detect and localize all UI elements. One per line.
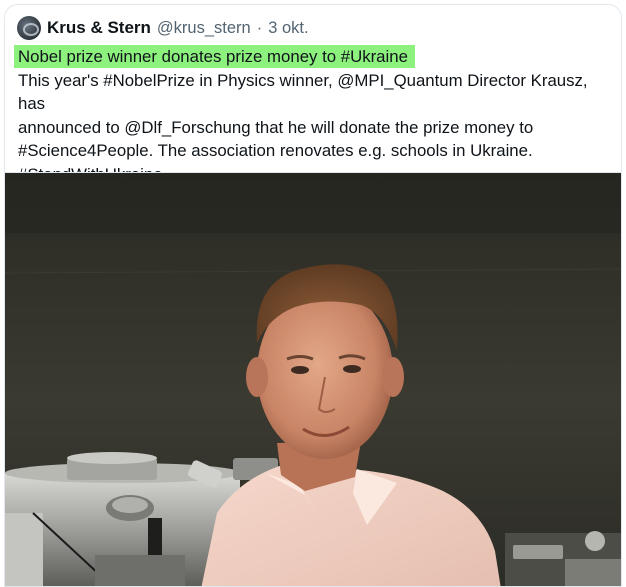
tweet-card[interactable]: Krus & Stern @krus_stern · 3 okt. Nobel … bbox=[4, 4, 622, 587]
highlighted-headline: Nobel prize winner donates prize money t… bbox=[14, 45, 415, 68]
author-handle[interactable]: @krus_stern bbox=[157, 19, 251, 38]
tweet-text-line: This year's #NobelPrize in Physics winne… bbox=[18, 70, 588, 114]
author-display-name[interactable]: Krus & Stern bbox=[47, 18, 151, 38]
avatar[interactable] bbox=[17, 16, 41, 40]
tweet-photo[interactable] bbox=[5, 172, 621, 586]
tweet-header: Krus & Stern @krus_stern · 3 okt. bbox=[17, 16, 309, 40]
tweet-text: Nobel prize winner donates prize money t… bbox=[14, 45, 618, 186]
photo-scene bbox=[5, 173, 621, 586]
tweet-text-line: #Science4People. The association renovat… bbox=[18, 141, 533, 160]
header-separator: · bbox=[256, 18, 263, 37]
tweet-date[interactable]: 3 okt. bbox=[268, 19, 308, 38]
tweet-text-line: announced to @Dlf_Forschung that he will… bbox=[18, 117, 534, 137]
